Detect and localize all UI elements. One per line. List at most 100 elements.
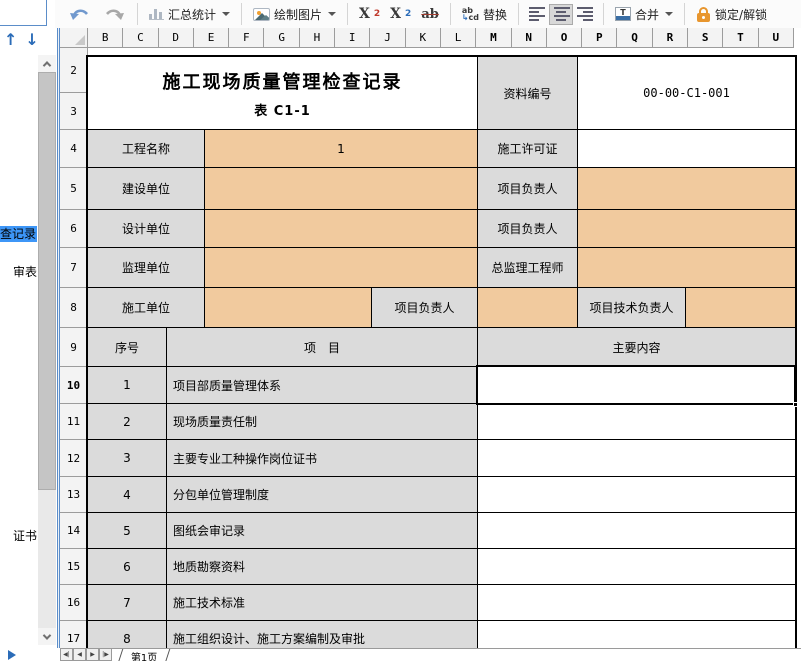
item-content-cell[interactable] <box>478 549 795 585</box>
tech-leader-value-cell[interactable] <box>686 288 795 328</box>
form-title-cell[interactable]: 施工现场质量管理检查记录 表 C1-1 <box>88 57 478 130</box>
item-content-cell[interactable] <box>478 440 795 477</box>
prev-sheet-button[interactable]: ◀ <box>73 649 86 661</box>
merge-button[interactable]: T 合并 <box>610 4 678 25</box>
row-header-6[interactable]: 6 <box>60 210 88 248</box>
item-label-cell[interactable]: 现场质量责任制 <box>167 404 478 440</box>
sidebar-item-check-record[interactable]: 查记录 <box>0 226 37 242</box>
item-content-cell[interactable] <box>478 585 795 621</box>
scrollbar-thumb[interactable] <box>38 72 56 490</box>
construction-permit-label-cell[interactable]: 施工许可证 <box>478 130 578 168</box>
chief-engineer-label-cell[interactable]: 总监理工程师 <box>478 248 578 288</box>
column-header-u[interactable]: U <box>759 28 794 48</box>
sidebar-scrollbar[interactable] <box>38 55 56 645</box>
column-header-h[interactable]: H <box>300 28 335 48</box>
item-content-cell[interactable] <box>478 513 795 549</box>
column-header-m[interactable]: M <box>476 28 511 48</box>
sidebar-item-review-form[interactable]: 审表 <box>13 264 37 280</box>
builder-leader-label-cell[interactable]: 项目负责人 <box>478 168 578 210</box>
column-header-f[interactable]: F <box>229 28 264 48</box>
row-header-13[interactable]: 13 <box>60 477 88 513</box>
supervisor-label-cell[interactable]: 监理单位 <box>88 248 205 288</box>
row-header-5[interactable]: 5 <box>60 168 88 210</box>
column-header-d[interactable]: D <box>159 28 194 48</box>
column-header-p[interactable]: P <box>582 28 617 48</box>
item-content-cell[interactable] <box>478 367 795 404</box>
item-no-cell[interactable]: 7 <box>88 585 167 621</box>
column-header-o[interactable]: O <box>547 28 582 48</box>
row-header-8[interactable]: 8 <box>60 288 88 328</box>
item-no-cell[interactable]: 6 <box>88 549 167 585</box>
replace-button[interactable]: ab ↳cd 替换 <box>457 4 512 25</box>
item-no-cell[interactable]: 2 <box>88 404 167 440</box>
column-header-j[interactable]: J <box>370 28 405 48</box>
designer-value-cell[interactable] <box>205 210 478 248</box>
summary-stats-button[interactable]: 汇总统计 <box>144 4 235 25</box>
column-header-k[interactable]: K <box>406 28 441 48</box>
strikethrough-button[interactable]: ab <box>416 5 444 24</box>
row-header-4[interactable]: 4 <box>60 130 88 168</box>
doc-number-label-cell[interactable]: 资料编号 <box>478 57 578 130</box>
header-content-cell[interactable]: 主要内容 <box>478 328 795 367</box>
supervisor-value-cell[interactable] <box>205 248 478 288</box>
row-header-11[interactable]: 11 <box>60 404 88 440</box>
column-header-l[interactable]: L <box>441 28 476 48</box>
move-down-button[interactable]: ↓ <box>25 30 46 49</box>
sheet-tab-active[interactable]: 第1页 <box>118 649 171 661</box>
sidebar-item-certificate[interactable]: 证书 <box>13 528 37 544</box>
select-all-corner[interactable] <box>60 28 88 48</box>
row-header-15[interactable]: 15 <box>60 549 88 585</box>
row-header-12[interactable]: 12 <box>60 440 88 477</box>
project-name-label-cell[interactable]: 工程名称 <box>88 130 205 168</box>
builder-leader-value-cell[interactable] <box>578 168 795 210</box>
column-header-q[interactable]: Q <box>617 28 652 48</box>
item-label-cell[interactable]: 主要专业工种操作岗位证书 <box>167 440 478 477</box>
last-sheet-button[interactable]: |▶ <box>99 649 112 661</box>
item-no-cell[interactable]: 3 <box>88 440 167 477</box>
doc-number-value-cell[interactable]: 00-00-C1-001 <box>578 57 795 130</box>
column-header-g[interactable]: G <box>264 28 299 48</box>
row-header-9[interactable]: 9 <box>60 328 88 367</box>
align-right-button[interactable] <box>573 4 597 25</box>
designer-label-cell[interactable]: 设计单位 <box>88 210 205 248</box>
contractor-leader-value-cell[interactable] <box>478 288 578 328</box>
row-header-14[interactable]: 14 <box>60 513 88 549</box>
scroll-up-button[interactable] <box>38 55 56 72</box>
undo-button[interactable] <box>63 4 97 24</box>
column-header-e[interactable]: E <box>194 28 229 48</box>
item-no-cell[interactable]: 5 <box>88 513 167 549</box>
project-name-value-cell[interactable]: 1 <box>205 130 478 168</box>
redo-button[interactable] <box>97 4 131 24</box>
column-header-t[interactable]: T <box>723 28 758 48</box>
subscript-button[interactable]: X2 <box>385 4 416 24</box>
header-item-cell[interactable]: 项 目 <box>167 328 478 367</box>
align-center-button[interactable] <box>549 4 573 25</box>
draw-picture-button[interactable]: 绘制图片 <box>248 4 341 25</box>
column-header-i[interactable]: I <box>335 28 370 48</box>
row-header-16[interactable]: 16 <box>60 585 88 621</box>
row-header-3[interactable]: 3 <box>60 93 88 130</box>
row-header-2[interactable]: 2 <box>60 48 88 93</box>
item-no-cell[interactable]: 4 <box>88 477 167 513</box>
move-up-button[interactable]: ↑ <box>4 30 25 49</box>
header-no-cell[interactable]: 序号 <box>88 328 167 367</box>
align-left-button[interactable] <box>525 4 549 25</box>
builder-label-cell[interactable]: 建设单位 <box>88 168 205 210</box>
row-header-7[interactable]: 7 <box>60 248 88 288</box>
item-content-cell[interactable] <box>478 477 795 513</box>
column-header-r[interactable]: R <box>653 28 688 48</box>
designer-leader-value-cell[interactable] <box>578 210 795 248</box>
tech-leader-label-cell[interactable]: 项目技术负责人 <box>578 288 686 328</box>
construction-permit-value-cell[interactable] <box>578 130 795 168</box>
column-header-c[interactable]: C <box>123 28 158 48</box>
lock-unlock-button[interactable]: 锁定/解锁 <box>691 4 772 25</box>
first-sheet-button[interactable]: ◀| <box>60 649 73 661</box>
column-header-s[interactable]: S <box>688 28 723 48</box>
builder-value-cell[interactable] <box>205 168 478 210</box>
next-sheet-button[interactable]: ▶ <box>86 649 99 661</box>
scroll-down-button[interactable] <box>38 628 56 645</box>
item-content-cell[interactable] <box>478 404 795 440</box>
item-label-cell[interactable]: 分包单位管理制度 <box>167 477 478 513</box>
chief-engineer-value-cell[interactable] <box>578 248 795 288</box>
contractor-label-cell[interactable]: 施工单位 <box>88 288 205 328</box>
